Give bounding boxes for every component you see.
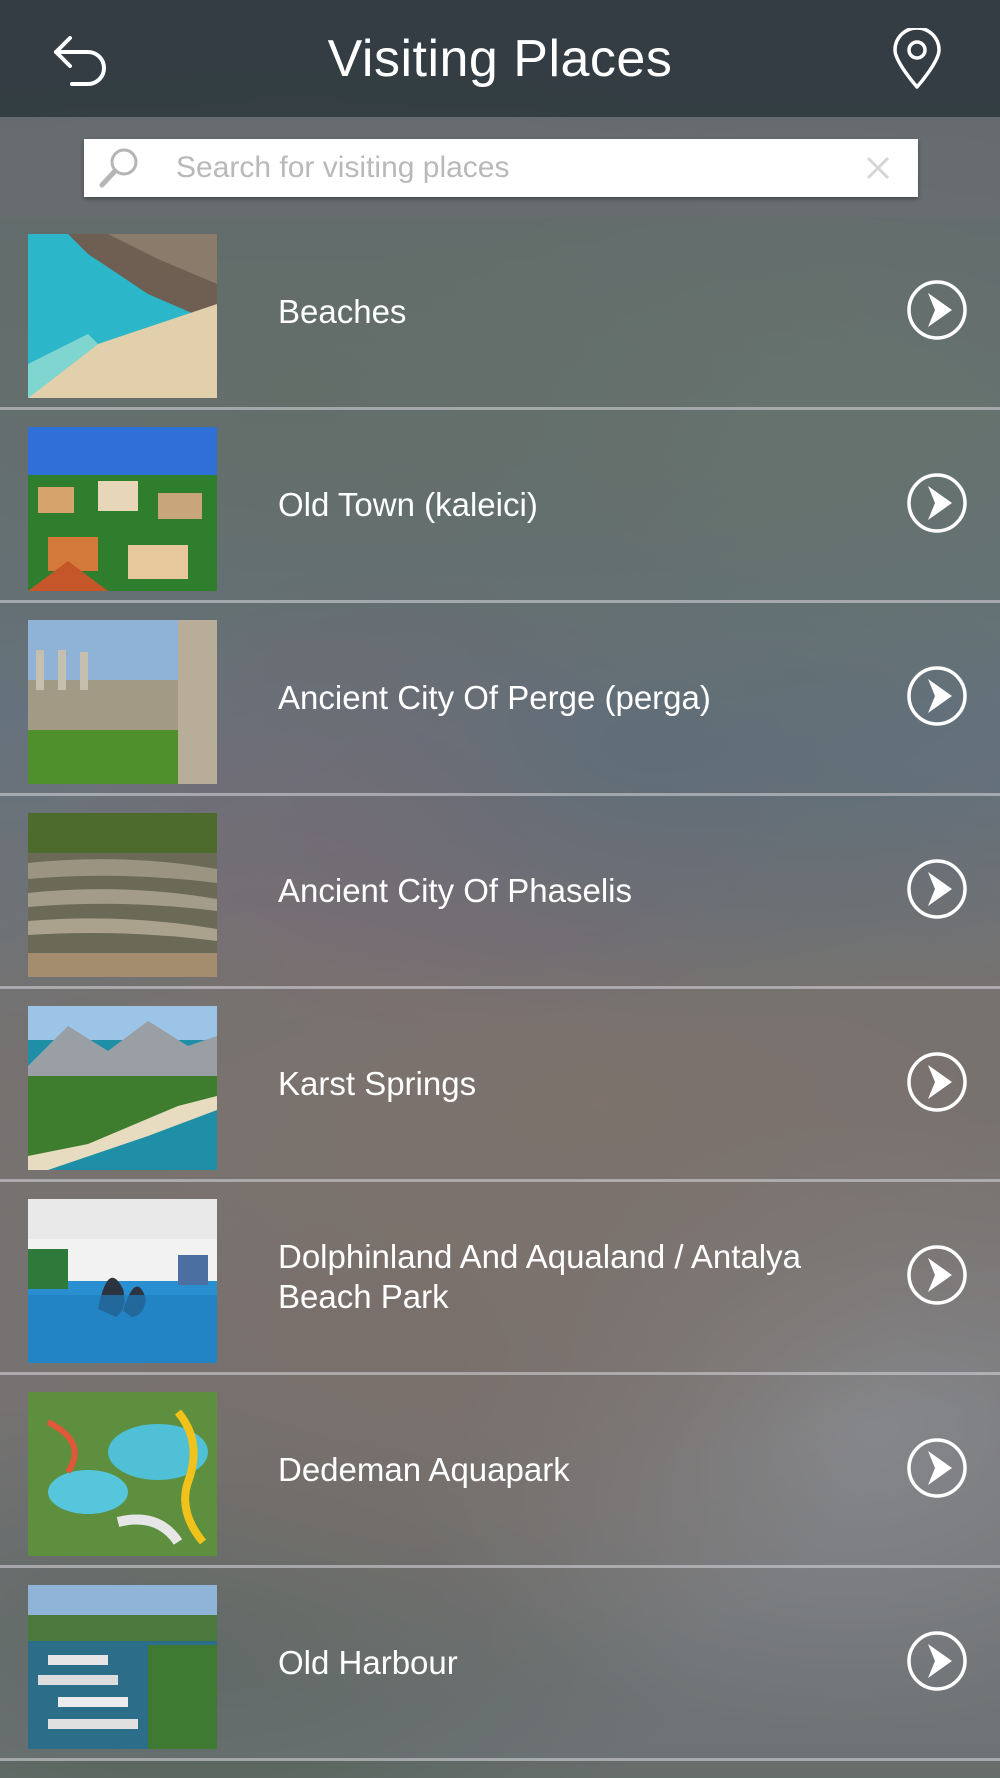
- place-thumbnail: [28, 813, 217, 977]
- list-item[interactable]: Ancient City Of Phaselis: [0, 796, 1000, 989]
- chevron-right-icon[interactable]: [906, 1437, 968, 1499]
- list-item[interactable]: Old Harbour: [0, 1568, 1000, 1761]
- place-name: Karst Springs: [278, 1065, 477, 1102]
- back-arrow-icon: [54, 36, 106, 86]
- place-name: Ancient City Of Perge (perga): [278, 679, 711, 716]
- chevron-right-icon[interactable]: [906, 1244, 968, 1306]
- chevron-right-icon[interactable]: [906, 279, 968, 341]
- place-thumbnail: [28, 620, 217, 784]
- place-name: Dolphinland And Aqualand / Antalya Beach…: [278, 1238, 801, 1315]
- chevron-right-icon[interactable]: [906, 1630, 968, 1692]
- location-button[interactable]: [882, 24, 952, 94]
- place-name: Beaches: [278, 293, 407, 330]
- search-icon: [84, 139, 154, 197]
- clear-search-button[interactable]: [838, 139, 918, 197]
- location-pin-icon: [893, 28, 941, 89]
- chevron-right-icon[interactable]: [906, 858, 968, 920]
- list-item[interactable]: Ancient City Of Perge (perga): [0, 603, 1000, 796]
- place-thumbnail: [28, 1585, 217, 1749]
- close-icon: [866, 156, 890, 180]
- list-item[interactable]: Dolphinland And Aqualand / Antalya Beach…: [0, 1182, 1000, 1375]
- place-name: Dedeman Aquapark: [278, 1451, 570, 1488]
- place-thumbnail: [28, 1392, 217, 1556]
- page-title: Visiting Places: [327, 29, 673, 88]
- chevron-right-icon[interactable]: [906, 665, 968, 727]
- place-name: Old Harbour: [278, 1644, 458, 1681]
- list-item[interactable]: Karst Springs: [0, 989, 1000, 1182]
- list-item[interactable]: Old Town (kaleici): [0, 410, 1000, 603]
- places-list: Beaches Old Town (kaleici) Ancient City …: [0, 217, 1000, 1761]
- place-thumbnail: [28, 427, 217, 591]
- back-button[interactable]: [46, 24, 116, 94]
- place-thumbnail: [28, 234, 217, 398]
- chevron-right-icon[interactable]: [906, 1051, 968, 1113]
- search-input[interactable]: [154, 139, 838, 197]
- search-box: [84, 139, 918, 197]
- list-item[interactable]: Beaches: [0, 217, 1000, 410]
- chevron-right-icon[interactable]: [906, 472, 968, 534]
- place-name: Ancient City Of Phaselis: [278, 872, 632, 909]
- place-thumbnail: [28, 1199, 217, 1363]
- top-bar: Visiting Places: [0, 0, 1000, 117]
- place-name: Old Town (kaleici): [278, 486, 538, 523]
- search-bar: [0, 117, 1000, 217]
- place-thumbnail: [28, 1006, 217, 1170]
- list-item[interactable]: Dedeman Aquapark: [0, 1375, 1000, 1568]
